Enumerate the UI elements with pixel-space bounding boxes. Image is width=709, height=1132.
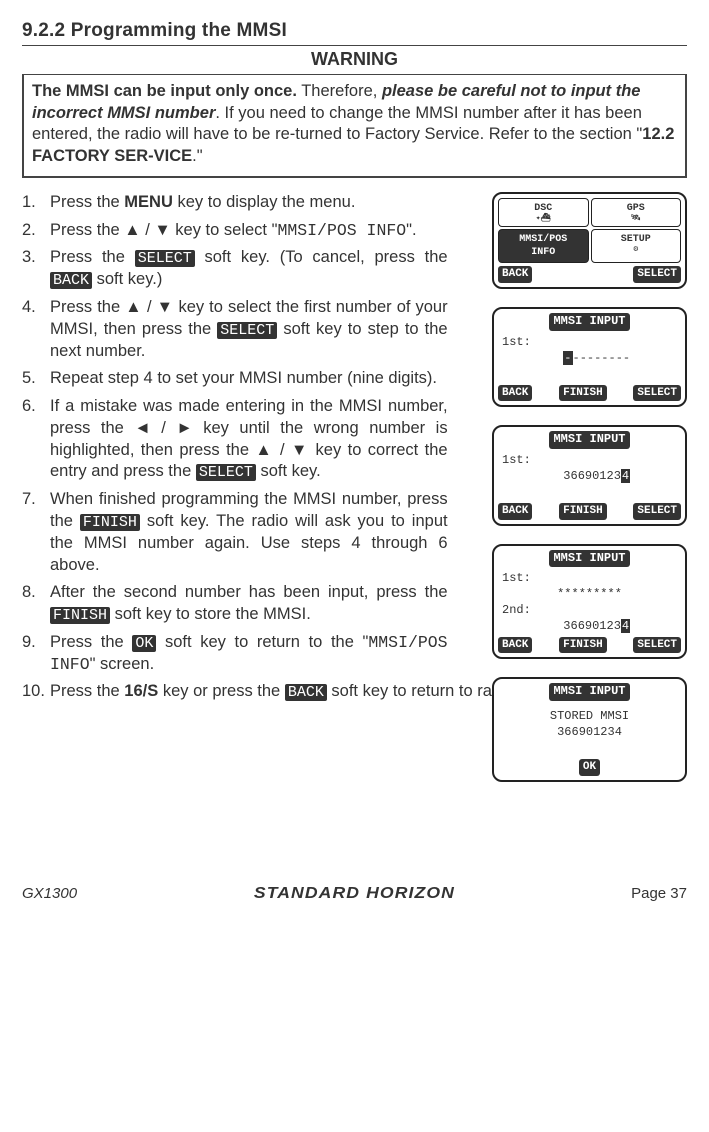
lcd-title: MMSI INPUT <box>549 550 629 568</box>
step-8: 8. After the second number has been inpu… <box>22 582 448 626</box>
step-number: 4. <box>22 297 50 362</box>
lcd-title: MMSI INPUT <box>549 431 629 449</box>
step-number: 9. <box>22 632 50 676</box>
step-text: key or press the <box>158 682 285 700</box>
step-5: 5. Repeat step 4 to set your MMSI number… <box>22 368 448 390</box>
softkey-select: SELECT <box>633 637 681 654</box>
softkey-finish: FINISH <box>80 514 140 531</box>
softkey-back: BACK <box>285 684 327 701</box>
softkey-finish: FINISH <box>559 503 607 520</box>
screen-mmsi-confirm: MMSI INPUT 1st: ********* 2nd: 366901234… <box>492 544 687 660</box>
screen-menu: DSC✦⛴ GPS🛰 MMSI/POSINFO SETUP⚙ BACK . SE… <box>492 192 687 289</box>
key-16s: 16/S <box>124 682 158 700</box>
step-7: 7. When finished programming the MMSI nu… <box>22 489 448 576</box>
step-text: Press the <box>50 682 124 700</box>
softkey-back: BACK <box>498 385 532 402</box>
step-9: 9. Press the OK soft key to return to th… <box>22 632 448 676</box>
softkey-back: BACK <box>498 637 532 654</box>
lcd-cursor-digit: 4 <box>621 469 630 483</box>
lcd-cursor-digit: 4 <box>621 619 630 633</box>
softkey-finish: FINISH <box>50 607 110 624</box>
step-3: 3. Press the SELECT soft key. (To cancel… <box>22 247 448 291</box>
lcd-value: 36690123 <box>563 469 621 483</box>
screen-mmsi-entered: MMSI INPUT 1st: 366901234 BACK FINISH SE… <box>492 425 687 525</box>
lcd-first-label: 1st: <box>502 571 677 587</box>
warning-title: WARNING <box>22 48 687 75</box>
step-number: 8. <box>22 582 50 626</box>
menu-mmsipos: MMSI/POSINFO <box>498 229 589 263</box>
step-text: " screen. <box>90 655 155 673</box>
step-text: soft key to return to the " <box>156 633 368 651</box>
step-text: Press the <box>50 193 124 211</box>
lcd-stored-label: STORED MMSI <box>502 709 677 725</box>
step-text: Press the ▲ / ▼ key to select " <box>50 221 277 239</box>
lcd-cursor: - <box>563 351 572 365</box>
softkey-ok: OK <box>132 635 156 652</box>
softkey-ok: OK <box>579 759 600 776</box>
step-number: 6. <box>22 396 50 483</box>
lcd-first-label: 1st: <box>502 335 677 351</box>
key-menu: MENU <box>124 193 173 211</box>
step-number: 1. <box>22 192 50 214</box>
screens-column: DSC✦⛴ GPS🛰 MMSI/POSINFO SETUP⚙ BACK . SE… <box>492 192 687 782</box>
menu-setup: SETUP⚙ <box>591 229 682 263</box>
warning-text-a: The MMSI can be input only once. <box>32 82 297 100</box>
page-footer: GX1300 STANDARD HORIZON Page 37 <box>22 883 687 904</box>
step-text: soft key. (To cancel, press the <box>195 248 448 266</box>
lcd-title: MMSI INPUT <box>549 313 629 331</box>
step-text: soft key. <box>256 462 321 480</box>
softkey-select: SELECT <box>135 250 195 267</box>
screen-mmsi-blank: MMSI INPUT 1st: --------- BACK FINISH SE… <box>492 307 687 407</box>
softkey-back: BACK <box>498 503 532 520</box>
lcd-first-label: 1st: <box>502 453 677 469</box>
step-text: soft key.) <box>92 270 162 288</box>
screen-mmsi-stored: MMSI INPUT STORED MMSI 366901234 OK <box>492 677 687 781</box>
step-number: 2. <box>22 220 50 242</box>
step-number: 10. <box>22 681 50 703</box>
step-6: 6. If a mistake was made entering in the… <box>22 396 448 483</box>
menu-dsc: DSC✦⛴ <box>498 198 589 227</box>
warning-text-f: ." <box>192 147 202 165</box>
footer-model: GX1300 <box>22 884 77 904</box>
step-number: 5. <box>22 368 50 390</box>
step-text: soft key to store the MMSI. <box>110 605 311 623</box>
step-text: key to display the menu. <box>173 193 356 211</box>
softkey-finish: FINISH <box>559 637 607 654</box>
step-text: Press the <box>50 248 135 266</box>
softkey-select: SELECT <box>217 322 277 339</box>
menu-gps: GPS🛰 <box>591 198 682 227</box>
warning-text-b: Therefore, <box>297 82 382 100</box>
content-area: 1. Press the MENU key to display the men… <box>22 192 687 703</box>
softkey-back: BACK <box>50 272 92 289</box>
softkey-select: SELECT <box>196 464 256 481</box>
lcd-dashes: -------- <box>573 351 631 365</box>
softkey-select: SELECT <box>633 385 681 402</box>
step-2: 2. Press the ▲ / ▼ key to select "MMSI/P… <box>22 220 448 242</box>
lcd-second-label: 2nd: <box>502 603 677 619</box>
section-heading: 9.2.2 Programming the MMSI <box>22 18 687 46</box>
step-1: 1. Press the MENU key to display the men… <box>22 192 448 214</box>
softkey-finish: FINISH <box>559 385 607 402</box>
lcd-value2: 36690123 <box>563 619 621 633</box>
step-text: Repeat step 4 to set your MMSI number (n… <box>50 368 448 390</box>
footer-page: Page 37 <box>631 884 687 904</box>
lcd-stars: ********* <box>502 587 677 603</box>
step-number: 3. <box>22 247 50 291</box>
step-text: Press the <box>50 633 132 651</box>
softkey-select: SELECT <box>633 503 681 520</box>
step-number: 7. <box>22 489 50 576</box>
lcd-title: MMSI INPUT <box>549 683 629 701</box>
menu-label: MMSI/POS INFO <box>277 221 406 240</box>
steps-column: 1. Press the MENU key to display the men… <box>22 192 448 676</box>
softkey-back: BACK <box>498 266 532 283</box>
softkey-select: SELECT <box>633 266 681 283</box>
warning-box: The MMSI can be input only once. Therefo… <box>22 75 687 178</box>
step-text: After the second number has been input, … <box>50 583 448 601</box>
step-4: 4. Press the ▲ / ▼ key to select the fir… <box>22 297 448 362</box>
footer-brand: STANDARD HORIZON <box>254 883 455 904</box>
step-text: ". <box>406 221 416 239</box>
lcd-stored-number: 366901234 <box>502 725 677 741</box>
